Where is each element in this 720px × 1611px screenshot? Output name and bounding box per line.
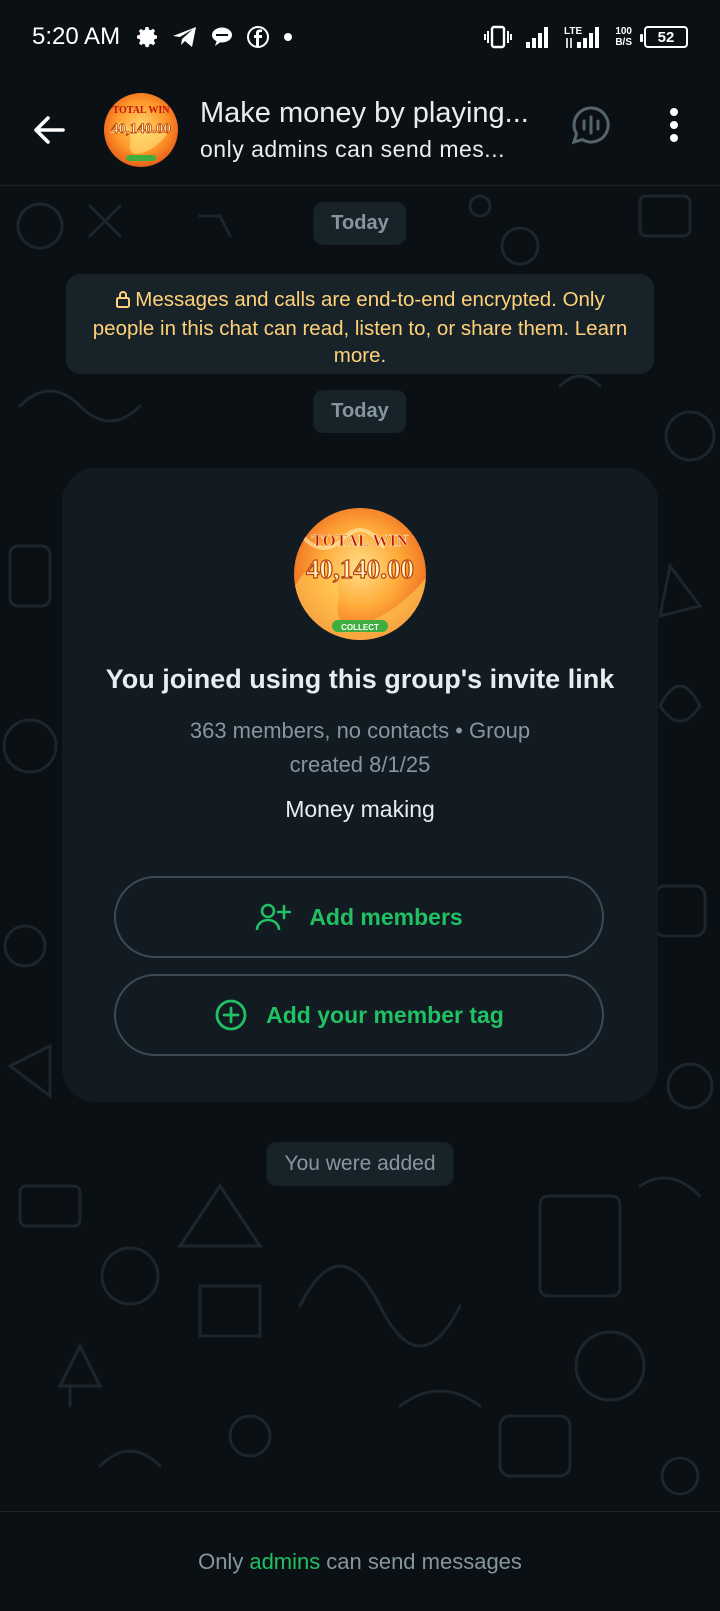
- group-intro-card: TOTAL WIN 40,140.00 COLLECT You joined u…: [62, 468, 658, 1102]
- lock-icon: [115, 288, 131, 315]
- date-chip: Today: [313, 202, 407, 245]
- group-subtitle: only admins can send mes...: [200, 135, 505, 162]
- system-message: You were added: [266, 1142, 454, 1186]
- back-button[interactable]: [20, 101, 78, 159]
- footer-prefix: Only: [198, 1548, 244, 1574]
- notification-icons: [136, 25, 294, 49]
- system-indicators: LTE 100 B/S 52: [483, 24, 688, 50]
- voice-chat-icon: [571, 106, 610, 145]
- svg-text:COLLECT: COLLECT: [341, 623, 379, 632]
- group-description: Money making: [285, 796, 435, 822]
- add-members-label: Add members: [309, 903, 463, 930]
- vibrate-icon: [483, 24, 513, 50]
- battery-icon: 52: [640, 26, 688, 48]
- status-bar: 5:20 AM LTE 100 B/S 52: [0, 0, 720, 74]
- group-info[interactable]: Make money by playing... only admins can…: [200, 97, 530, 163]
- admins-only-footer: Only admins can send messages: [0, 1511, 720, 1611]
- invite-title: You joined using this group's invite lin…: [105, 664, 615, 694]
- lte-signal-icon: LTE: [563, 24, 603, 50]
- encryption-notice[interactable]: Messages and calls are end-to-end encryp…: [66, 274, 654, 374]
- footer-suffix: can send messages: [326, 1548, 522, 1574]
- more-options-button[interactable]: [656, 100, 692, 150]
- chat-header: TOTAL WIN 40,140.00 Make money by playin…: [0, 74, 720, 186]
- gear-icon: [136, 25, 160, 49]
- facebook-icon: [246, 25, 270, 49]
- status-time: 5:20 AM: [32, 23, 121, 50]
- chat-bubble-icon: [210, 25, 234, 49]
- add-members-button[interactable]: Add members: [114, 876, 604, 958]
- more-vertical-icon: [670, 108, 678, 142]
- add-person-icon: [256, 903, 292, 931]
- voice-chat-button[interactable]: [568, 102, 614, 148]
- add-circle-icon: [215, 999, 247, 1031]
- svg-text:40,140.00: 40,140.00: [111, 121, 171, 137]
- signal-icon: [525, 25, 551, 49]
- dot-icon: [282, 31, 294, 43]
- group-avatar[interactable]: TOTAL WIN 40,140.00: [104, 92, 178, 167]
- add-member-tag-button[interactable]: Add your member tag: [114, 974, 604, 1056]
- group-name: Make money by playing...: [200, 96, 529, 129]
- group-meta: 363 members, no contacts • Group created…: [189, 718, 531, 777]
- svg-text:TOTAL WIN: TOTAL WIN: [113, 105, 171, 116]
- chat-area[interactable]: Today Messages and calls are end-to-end …: [0, 186, 720, 1511]
- telegram-icon: [172, 25, 198, 49]
- admins-link[interactable]: admins: [249, 1549, 320, 1575]
- add-member-tag-label: Add your member tag: [266, 1001, 504, 1028]
- network-speed: 100 B/S: [615, 26, 632, 48]
- svg-text:LTE: LTE: [564, 26, 582, 37]
- arrow-left-icon: [34, 115, 65, 144]
- group-avatar-large[interactable]: TOTAL WIN 40,140.00 COLLECT: [294, 508, 426, 640]
- svg-text:TOTAL WIN: TOTAL WIN: [312, 531, 410, 550]
- svg-text:40,140.00: 40,140.00: [306, 554, 414, 584]
- date-chip: Today: [313, 390, 407, 433]
- encryption-text: Messages and calls are end-to-end encryp…: [92, 288, 628, 367]
